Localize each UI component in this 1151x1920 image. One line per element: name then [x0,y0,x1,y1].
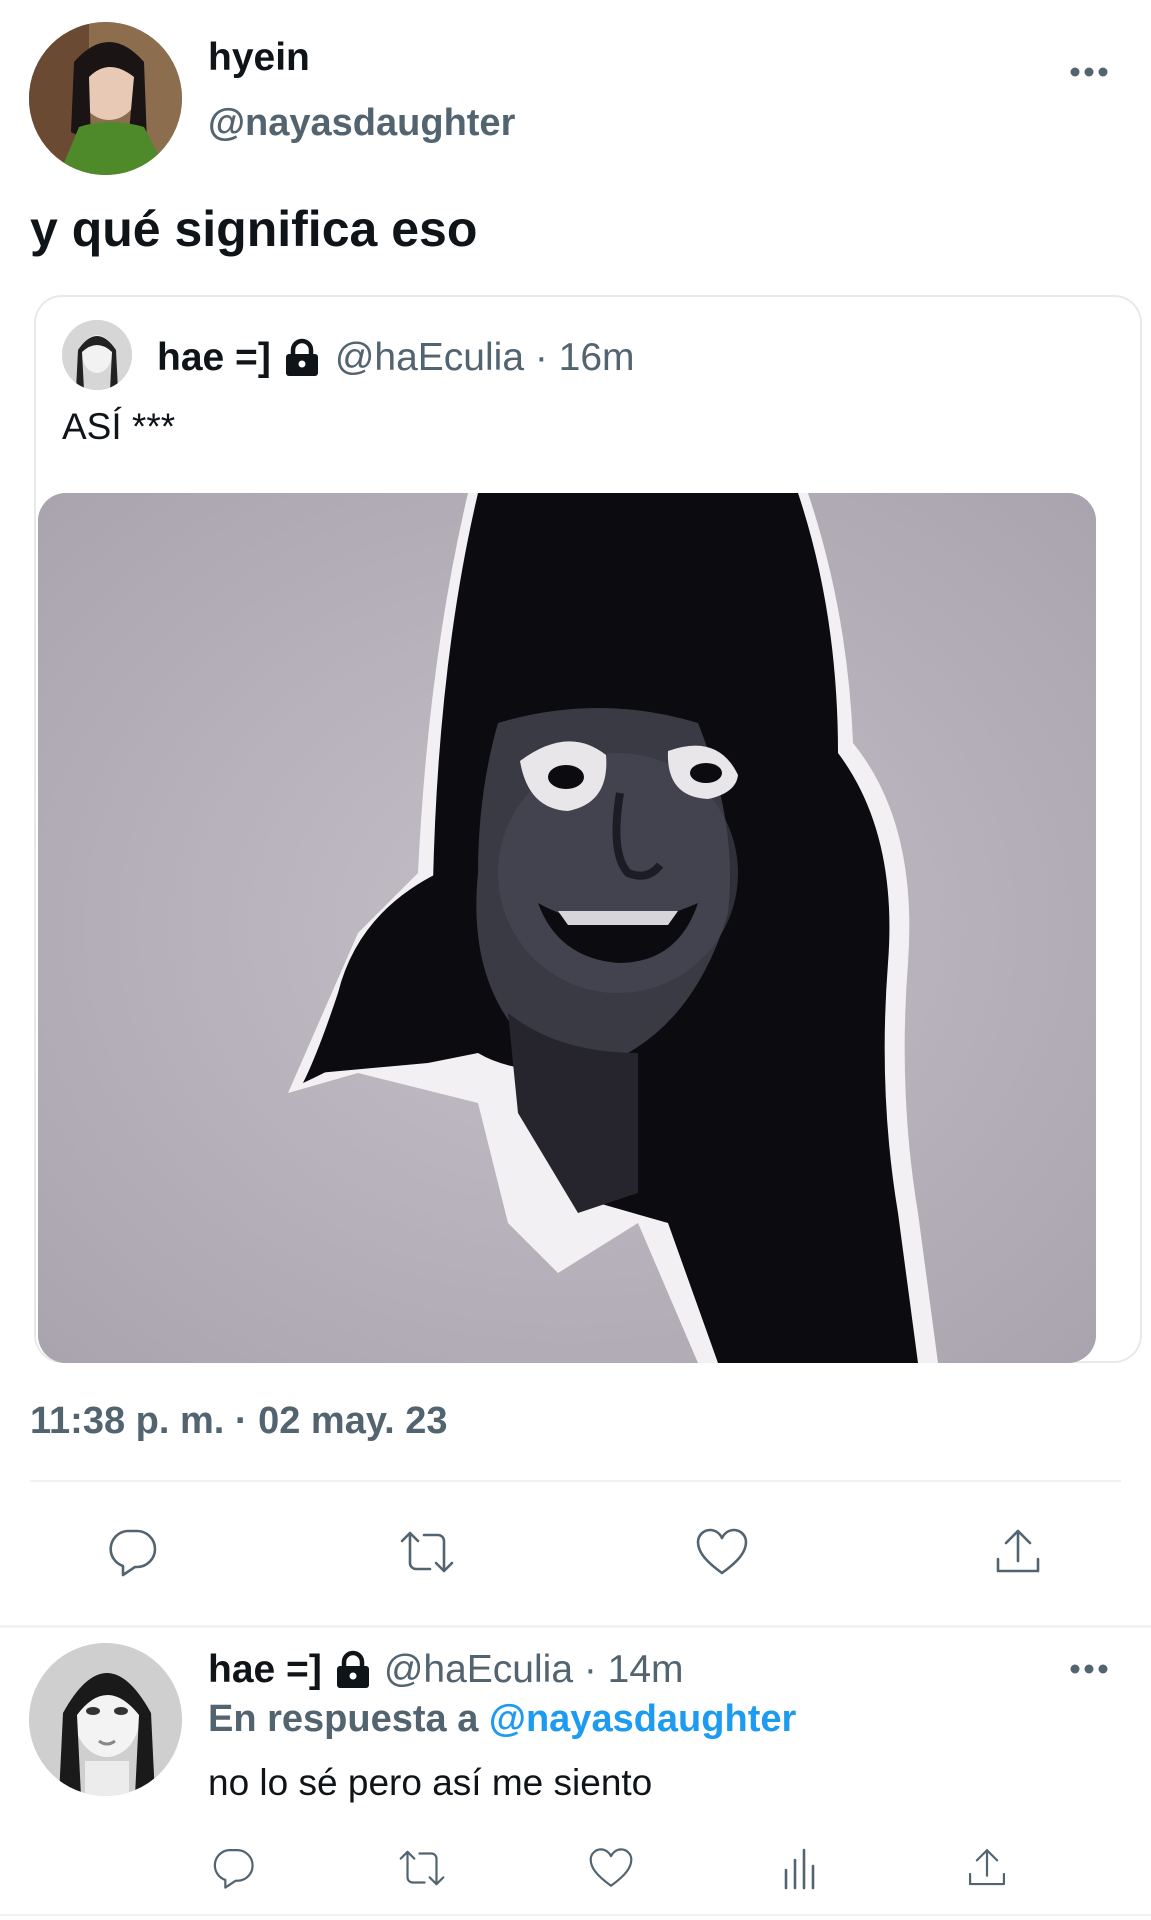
bottom-divider [0,1914,1151,1916]
reply-author-handle[interactable]: @haEculia · 14m [384,1648,684,1692]
replying-to: En respuesta a @nayasdaughter [208,1698,796,1741]
author-avatar[interactable] [29,22,182,175]
reply-author-avatar[interactable] [29,1643,182,1796]
share-icon[interactable] [988,1522,1048,1582]
like-icon[interactable] [586,1840,636,1896]
reply-icon[interactable] [208,1840,258,1896]
author-handle[interactable]: @nayasdaughter [208,102,515,145]
divider [30,1480,1121,1482]
more-options-icon[interactable] [1064,1657,1114,1681]
retweet-icon[interactable] [395,1522,459,1582]
analytics-icon[interactable] [778,1840,822,1896]
quote-author-name: hae =] [157,336,271,379]
tweet-text: y qué significa eso [30,201,478,257]
like-icon[interactable] [692,1522,752,1582]
share-icon[interactable] [962,1840,1012,1896]
quote-author-avatar [62,320,132,390]
more-options-icon[interactable] [1064,60,1114,84]
reply-text: no lo sé pero así me siento [208,1762,653,1803]
reply-author-name[interactable]: hae =] [208,1648,322,1692]
replying-handle-link[interactable]: @nayasdaughter [489,1698,796,1740]
avatar-photo [29,22,182,175]
retweet-icon[interactable] [394,1840,450,1896]
quote-text: ASÍ *** [62,406,176,447]
lock-icon [283,338,321,378]
section-divider [0,1625,1151,1628]
quote-media-image[interactable] [38,493,1096,1363]
lock-icon [334,1650,372,1690]
replying-prefix: En respuesta a [208,1698,479,1740]
author-name[interactable]: hyein [208,36,310,80]
tweet-timestamp[interactable]: 11:38 p. m. · 02 may. 23 [30,1400,448,1443]
quote-author-handle: @haEculia · 16m [334,336,635,379]
meme-image [38,493,1096,1363]
reply-icon[interactable] [102,1522,162,1582]
